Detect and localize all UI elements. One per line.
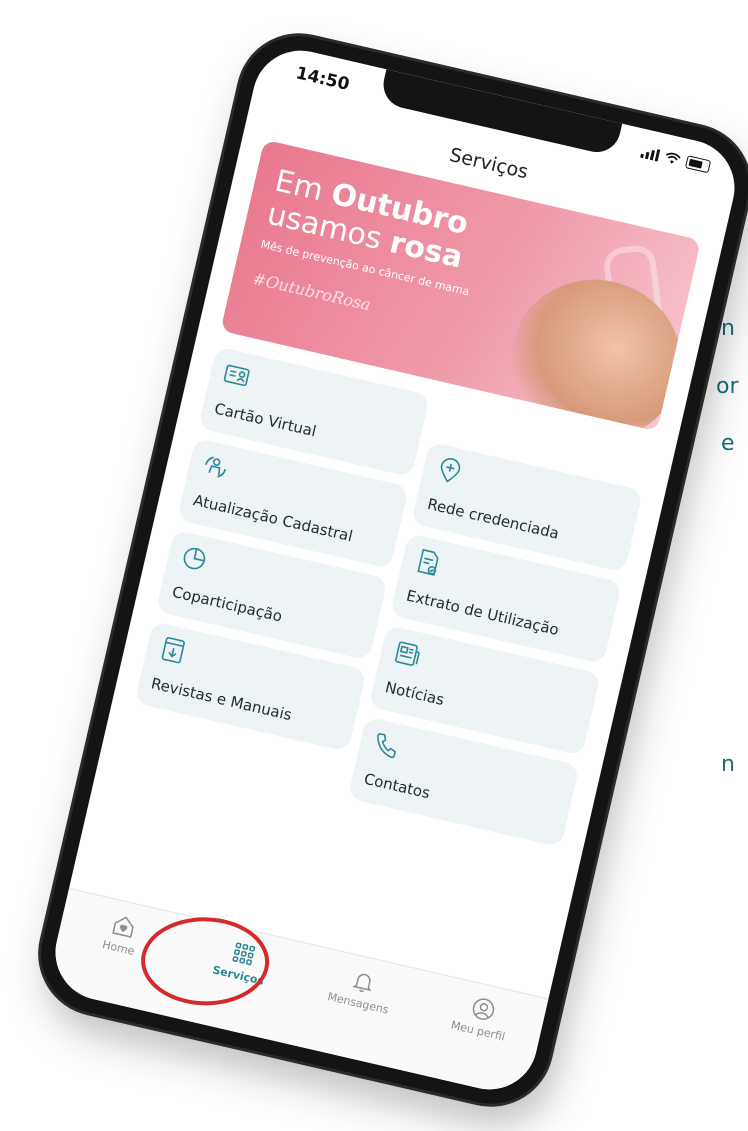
service-label: Coparticipação	[170, 582, 284, 626]
user-circle-icon	[472, 998, 494, 1020]
book-download-icon	[161, 637, 185, 664]
wifi-icon	[666, 152, 681, 164]
id-card-icon	[223, 364, 250, 387]
banner-hashtag: #OutubroRosa	[250, 268, 373, 315]
map-pin-plus-icon	[440, 458, 461, 483]
status-time: 14:50	[294, 63, 352, 95]
banner-photo	[495, 262, 698, 432]
tab-label: Mensagens	[326, 989, 390, 1017]
tab-meu-perfil[interactable]: Meu perfil	[433, 987, 530, 1047]
service-label: Notícias	[383, 678, 446, 710]
person-refresh-icon	[205, 456, 227, 478]
home-heart-icon	[111, 916, 134, 938]
document-check-icon	[417, 548, 439, 576]
cropped-text-n: n	[721, 316, 735, 341]
tab-mensagens[interactable]: Mensagens	[313, 960, 410, 1020]
tab-label: Home	[101, 937, 136, 958]
services-grid: Cartão Virtual Rede credenciada Atualiza…	[134, 346, 653, 848]
cropped-text-n2: n	[721, 752, 735, 777]
bell-icon	[351, 973, 371, 992]
service-label: Rede credenciada	[425, 494, 561, 543]
service-label: Contatos	[362, 769, 432, 803]
bottom-tab-bar: Home Serviços Mensagens Meu perfil	[45, 887, 549, 1099]
newspaper-icon	[395, 641, 420, 666]
battery-icon	[684, 155, 712, 174]
pie-chart-icon	[183, 547, 206, 570]
cropped-text-e: e	[721, 431, 735, 456]
phone-screen: 14:50 Serviços Em Outubro usamos rosa Mê…	[45, 41, 745, 1099]
service-label: Cartão Virtual	[212, 399, 318, 441]
signal-icon	[640, 148, 661, 162]
tab-label: Meu perfil	[449, 1018, 507, 1044]
phone-frame: 14:50 Serviços Em Outubro usamos rosa Mê…	[29, 24, 748, 1116]
service-label: Extrato de Utilização	[404, 586, 561, 640]
phone-icon	[377, 733, 397, 759]
service-label: Atualização Cadastral	[191, 491, 355, 546]
highlight-circle-annotation	[140, 916, 270, 1007]
status-icons	[640, 145, 712, 174]
service-label: Revistas e Manuais	[149, 674, 294, 725]
cropped-text-or: or	[716, 374, 739, 399]
